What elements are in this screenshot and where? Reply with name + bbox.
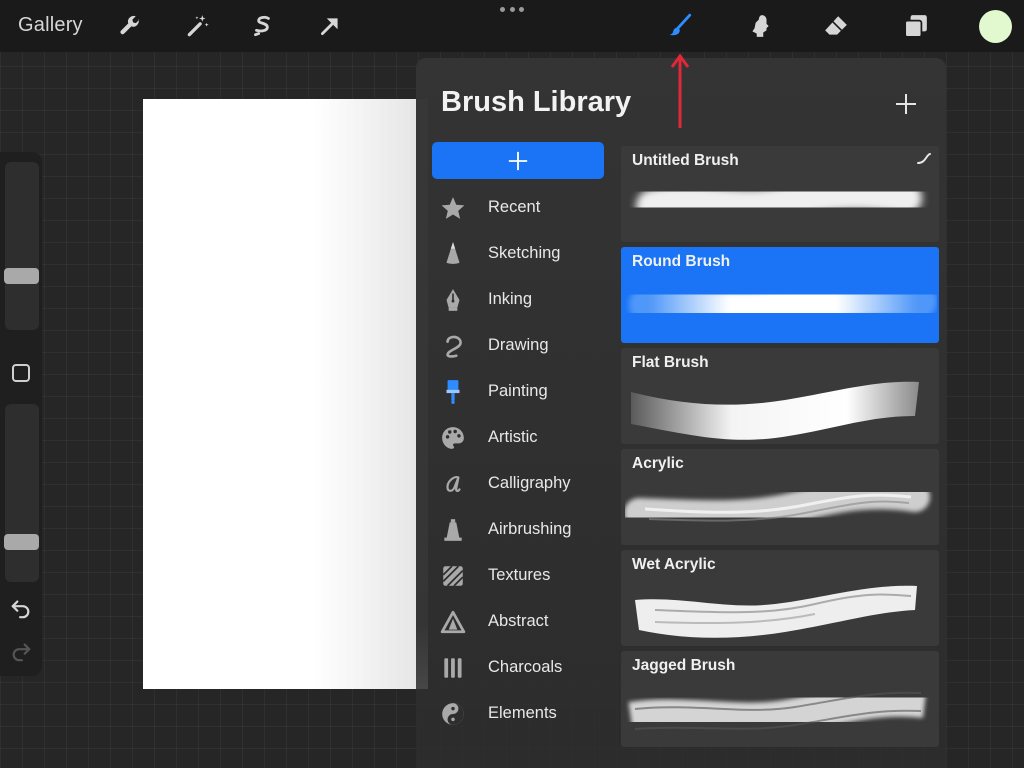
charcoal-sticks-icon <box>440 655 466 681</box>
squiggle-icon <box>440 333 466 359</box>
brush-set-elements[interactable]: Elements <box>416 691 616 737</box>
modify-square-icon[interactable] <box>12 364 30 382</box>
brush-set-painting[interactable]: Painting <box>416 369 616 415</box>
brush-set-charcoals[interactable]: Charcoals <box>416 645 616 691</box>
opacity-slider-thumb[interactable] <box>4 533 39 550</box>
brush-untitled[interactable]: Untitled Brush <box>621 146 939 242</box>
magic-wand-icon[interactable] <box>180 8 216 44</box>
set-label: Textures <box>488 566 551 584</box>
color-swatch[interactable] <box>979 10 1012 43</box>
set-label: Abstract <box>488 612 549 630</box>
brush-set-abstract[interactable]: Abstract <box>416 599 616 645</box>
stroke-preview <box>636 176 922 223</box>
brush-library-panel: Brush Library Recent Sketching Inking Dr… <box>416 58 946 768</box>
top-toolbar: Gallery <box>0 0 1024 52</box>
add-brush-set-button[interactable] <box>432 142 604 179</box>
brush-set-inking[interactable]: Inking <box>416 277 616 323</box>
opacity-slider[interactable] <box>5 404 39 582</box>
stroke-preview <box>625 479 930 531</box>
star-icon <box>440 195 466 221</box>
more-options-icon[interactable] <box>500 4 524 14</box>
stroke-preview <box>631 381 919 440</box>
undo-icon[interactable] <box>10 597 32 619</box>
gallery-button[interactable]: Gallery <box>18 14 83 37</box>
brush-set-sketching[interactable]: Sketching <box>416 231 616 277</box>
brush-acrylic[interactable]: Acrylic <box>621 449 939 545</box>
set-label: Recent <box>488 198 541 216</box>
script-a-icon <box>440 471 466 497</box>
triangle-icon <box>440 609 466 635</box>
selection-icon[interactable] <box>245 8 281 44</box>
smudge-icon[interactable] <box>742 8 778 44</box>
brush-set-recent[interactable]: Recent <box>416 185 616 231</box>
stroke-preview-icon <box>917 153 931 164</box>
set-label: Drawing <box>488 336 549 354</box>
paint-brush-icon <box>440 379 466 405</box>
texture-icon <box>440 563 466 589</box>
add-brush-icon[interactable] <box>894 92 918 116</box>
yin-yang-icon <box>440 701 466 727</box>
stroke-preview <box>629 276 937 332</box>
set-label: Airbrushing <box>488 520 572 538</box>
brush-set-artistic[interactable]: Artistic <box>416 415 616 461</box>
set-label: Charcoals <box>488 658 563 676</box>
brush-size-slider[interactable] <box>5 162 39 330</box>
plus-icon <box>508 151 528 170</box>
set-label: Painting <box>488 382 548 400</box>
airbrush-icon <box>440 517 466 543</box>
panel-title: Brush Library <box>441 86 632 118</box>
pencil-tip-icon <box>440 241 466 267</box>
wrench-icon[interactable] <box>112 8 148 44</box>
brush-set-calligraphy[interactable]: Calligraphy <box>416 461 616 507</box>
redo-icon[interactable] <box>10 640 32 662</box>
left-sidebar <box>0 152 42 676</box>
set-label: Sketching <box>488 244 561 262</box>
layers-icon[interactable] <box>898 8 934 44</box>
palette-icon <box>440 425 466 451</box>
brush-icon[interactable] <box>662 8 698 44</box>
set-label: Elements <box>488 704 557 722</box>
transform-arrow-icon[interactable] <box>312 8 348 44</box>
brush-size-slider-thumb[interactable] <box>4 268 39 285</box>
set-label: Inking <box>488 290 533 308</box>
annotation-arrow <box>670 53 690 128</box>
set-label: Calligraphy <box>488 474 571 492</box>
stroke-preview <box>628 682 928 737</box>
brush-wet-acrylic[interactable]: Wet Acrylic <box>621 550 939 646</box>
stroke-preview <box>635 585 917 638</box>
set-label: Artistic <box>488 428 538 446</box>
brush-round[interactable]: Round Brush <box>621 247 939 343</box>
brush-set-drawing[interactable]: Drawing <box>416 323 616 369</box>
drawing-canvas[interactable] <box>143 99 428 689</box>
brush-jagged[interactable]: Jagged Brush <box>621 651 939 747</box>
eraser-icon[interactable] <box>818 8 854 44</box>
brush-set-textures[interactable]: Textures <box>416 553 616 599</box>
brush-flat[interactable]: Flat Brush <box>621 348 939 444</box>
brush-set-airbrushing[interactable]: Airbrushing <box>416 507 616 553</box>
pen-nib-icon <box>440 287 466 313</box>
